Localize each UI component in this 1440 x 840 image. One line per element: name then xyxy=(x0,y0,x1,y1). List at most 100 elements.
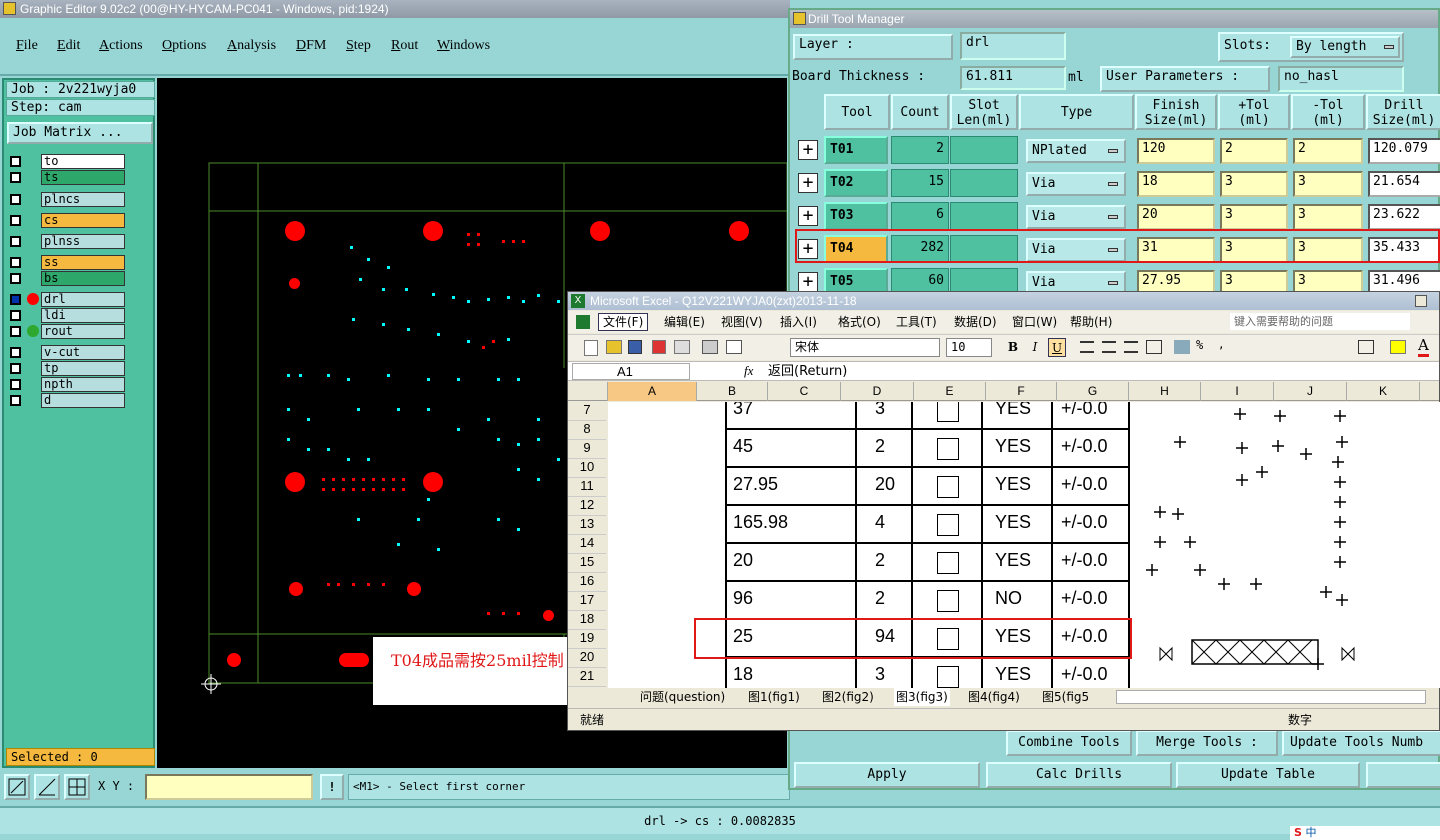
layer-name[interactable]: npth xyxy=(41,377,125,392)
name-box[interactable]: A1 xyxy=(572,363,690,380)
layer-row[interactable]: plncs xyxy=(7,192,127,207)
update-table-button[interactable]: Update Table xyxy=(1176,762,1360,788)
new-icon[interactable] xyxy=(584,340,598,356)
fill-color-icon[interactable] xyxy=(1390,340,1406,354)
layer-checkbox[interactable] xyxy=(10,172,21,183)
menu-step[interactable]: Step xyxy=(346,38,371,54)
minus-tol-input[interactable]: 3 xyxy=(1293,171,1363,197)
layer-checkbox[interactable] xyxy=(10,395,21,406)
align-right-icon[interactable] xyxy=(1124,341,1138,353)
tool-label[interactable]: T03 xyxy=(824,202,888,230)
snap-grid-icon[interactable] xyxy=(64,774,90,800)
user-parameters-button[interactable]: User Parameters : xyxy=(1100,66,1270,92)
sheet-tab-question[interactable]: 问题(question) xyxy=(640,688,725,706)
plus-tol-input[interactable]: 3 xyxy=(1220,204,1288,230)
tool-label[interactable]: T02 xyxy=(824,169,888,197)
column-header[interactable]: K xyxy=(1347,382,1420,401)
layer-name[interactable]: tp xyxy=(41,361,125,376)
layer-checkbox[interactable] xyxy=(10,215,21,226)
currency-icon[interactable] xyxy=(1174,340,1190,354)
row-header[interactable]: 18 xyxy=(568,611,606,630)
layer-name[interactable]: plnss xyxy=(41,234,125,249)
column-header[interactable]: E xyxy=(914,382,986,401)
drill-size-input[interactable]: 21.654 xyxy=(1368,171,1440,197)
job-matrix-button[interactable]: Job Matrix ... xyxy=(7,122,153,144)
layer-row[interactable]: v-cut xyxy=(7,345,127,360)
drill-size-input[interactable]: 120.079 xyxy=(1368,138,1440,164)
layer-checkbox[interactable] xyxy=(10,156,21,167)
menu-windows[interactable]: Windows xyxy=(437,38,490,54)
column-header[interactable]: C xyxy=(768,382,841,401)
row-header[interactable]: 14 xyxy=(568,535,606,554)
zoom-icon[interactable] xyxy=(4,774,30,800)
layer-checkbox[interactable] xyxy=(10,236,21,247)
add-tool-icon[interactable]: + xyxy=(798,140,818,160)
update-tools-numbers-button[interactable]: Update Tools Numb xyxy=(1282,730,1440,756)
font-select[interactable]: 宋体 xyxy=(790,338,940,357)
layer-row[interactable]: d xyxy=(7,393,127,408)
sheet-tab-fig2[interactable]: 图2(fig2) xyxy=(822,688,874,706)
layer-checkbox[interactable] xyxy=(10,257,21,268)
layer-name[interactable]: d xyxy=(41,393,125,408)
print-icon[interactable] xyxy=(702,340,718,354)
menu-options[interactable]: Options xyxy=(162,38,206,54)
menu-help-cn[interactable]: 帮助(H) xyxy=(1070,311,1112,333)
add-tool-icon[interactable]: + xyxy=(798,173,818,193)
column-header[interactable]: F xyxy=(986,382,1057,401)
row-header[interactable]: 12 xyxy=(568,497,606,516)
row-header[interactable]: 21 xyxy=(568,668,606,687)
layer-checkbox[interactable] xyxy=(10,363,21,374)
layer-name[interactable]: cs xyxy=(41,213,125,228)
sheet-tab-fig5[interactable]: 图5(fig5 xyxy=(1042,688,1089,706)
layer-row[interactable]: to xyxy=(7,154,127,169)
row-header[interactable]: 10 xyxy=(568,459,606,478)
permission-icon[interactable] xyxy=(652,340,666,354)
minus-tol-input[interactable]: 3 xyxy=(1293,204,1363,230)
plus-tol-input[interactable]: 3 xyxy=(1220,171,1288,197)
ime-icon[interactable]: S xyxy=(1294,826,1302,839)
menu-window-cn[interactable]: 窗口(W) xyxy=(1012,311,1057,333)
row-header[interactable]: 8 xyxy=(568,421,606,440)
layer-row[interactable]: tp xyxy=(7,361,127,376)
menu-tools-cn[interactable]: 工具(T) xyxy=(896,311,937,333)
save-icon[interactable] xyxy=(628,340,642,354)
workbook-icon[interactable] xyxy=(576,315,590,329)
row-header[interactable]: 19 xyxy=(568,630,606,649)
comma-icon[interactable]: , xyxy=(1218,338,1225,351)
menu-edit-cn[interactable]: 编辑(E) xyxy=(664,311,705,333)
column-header[interactable]: I xyxy=(1201,382,1274,401)
align-center-icon[interactable] xyxy=(1102,341,1116,353)
menu-actions[interactable]: Actions xyxy=(99,38,143,54)
layer-name[interactable]: to xyxy=(41,154,125,169)
column-header[interactable]: D xyxy=(841,382,914,401)
layer-input[interactable]: drl xyxy=(960,32,1066,60)
layer-row[interactable]: rout xyxy=(7,324,127,339)
underline-icon[interactable]: U xyxy=(1048,338,1066,357)
sheet-tab-fig4[interactable]: 图4(fig4) xyxy=(968,688,1020,706)
column-header[interactable]: H xyxy=(1129,382,1201,401)
layer-row[interactable]: npth xyxy=(7,377,127,392)
finish-size-input[interactable]: 120 xyxy=(1137,138,1215,164)
font-size-select[interactable]: 10 xyxy=(946,338,992,357)
layer-checkbox[interactable] xyxy=(10,326,21,337)
xy-input[interactable] xyxy=(145,774,313,800)
menu-dfm[interactable]: DFM xyxy=(296,38,326,54)
bold-icon[interactable]: B xyxy=(1004,338,1022,357)
layer-row[interactable]: ss xyxy=(7,255,127,270)
open-icon[interactable] xyxy=(606,340,622,354)
merge-center-icon[interactable] xyxy=(1146,340,1162,354)
calc-drills-button[interactable]: Calc Drills xyxy=(986,762,1172,788)
row-header[interactable]: 7 xyxy=(568,402,606,421)
align-left-icon[interactable] xyxy=(1080,341,1094,353)
layer-name[interactable]: v-cut xyxy=(41,345,125,360)
layer-name[interactable]: ss xyxy=(41,255,125,270)
apply-button[interactable]: Apply xyxy=(794,762,980,788)
drill-size-input[interactable]: 23.622 xyxy=(1368,204,1440,230)
tool-type-dropdown[interactable]: Via xyxy=(1026,205,1126,229)
merge-tools-button[interactable]: Merge Tools : xyxy=(1136,730,1278,756)
font-color-icon[interactable]: A xyxy=(1418,336,1429,357)
italic-icon[interactable]: I xyxy=(1026,338,1044,357)
maximize-icon[interactable] xyxy=(1415,295,1427,307)
function-icon[interactable]: fx xyxy=(744,363,753,379)
menu-analysis[interactable]: Analysis xyxy=(227,38,276,54)
